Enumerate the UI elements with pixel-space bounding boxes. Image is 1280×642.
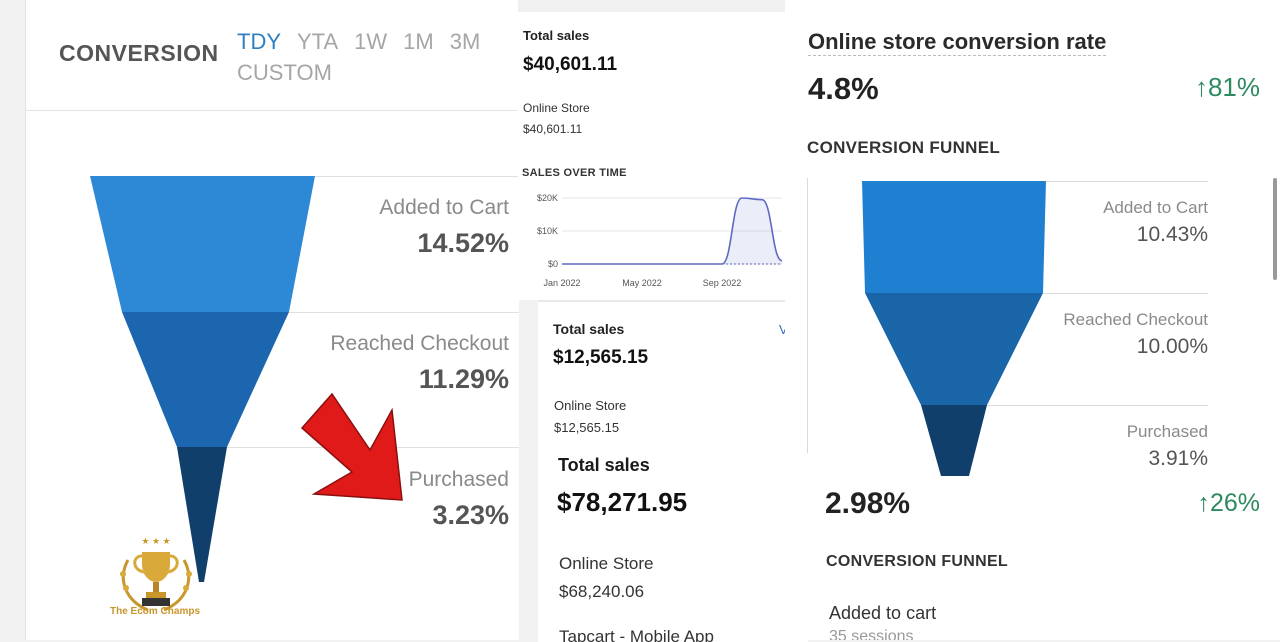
channel-label: Online Store bbox=[559, 554, 654, 573]
total-sales-value: $78,271.95 bbox=[557, 487, 688, 517]
x-tick-label: Jan 2022 bbox=[543, 278, 580, 288]
top-bar bbox=[518, 0, 785, 12]
added-to-cart-label: Added to cart bbox=[829, 603, 937, 623]
funnel-stage-purchased bbox=[921, 405, 987, 476]
conversion-rate-value: 2.98% bbox=[825, 487, 911, 520]
funnel-label-reached-checkout: Reached Checkout bbox=[1063, 310, 1208, 329]
funnel-row-divider bbox=[289, 312, 519, 313]
funnel-label-purchased: Purchased bbox=[1126, 422, 1208, 441]
channel-label: Online Store bbox=[554, 398, 627, 413]
channel-value: $12,565.15 bbox=[554, 420, 620, 435]
chart-title: SALES OVER TIME bbox=[522, 167, 627, 179]
conversion-rate-card: Online store conversion rate 4.8% ↑81% C… bbox=[785, 0, 1280, 640]
funnel-row-divider bbox=[987, 405, 1208, 406]
y-tick-label: $10K bbox=[537, 226, 558, 236]
funnel-value-purchased: 3.23% bbox=[432, 500, 509, 530]
funnel-row-divider bbox=[1043, 293, 1208, 294]
funnel-label-reached-checkout: Reached Checkout bbox=[330, 332, 509, 355]
red-arrow-icon bbox=[300, 392, 403, 501]
channel-label: Online Store bbox=[523, 101, 590, 115]
x-tick-label: May 2022 bbox=[622, 278, 662, 288]
added-to-cart-sessions: 35 sessions bbox=[829, 628, 914, 640]
svg-text:★ ★ ★: ★ ★ ★ bbox=[141, 536, 170, 546]
sales-over-time-chart: $20K $10K $0 Jan 2022 May 2022 Sep 2022 bbox=[537, 193, 783, 288]
total-sales-label: Total sales bbox=[558, 455, 650, 475]
funnel-stage-reached-checkout bbox=[865, 293, 1043, 405]
funnel-value-reached-checkout: 10.00% bbox=[1136, 335, 1208, 358]
total-sales-value: $40,601.11 bbox=[523, 54, 618, 75]
funnel-stage-added-to-cart bbox=[90, 176, 315, 312]
funnel-value-reached-checkout: 11.29% bbox=[418, 364, 509, 394]
funnel-row-divider bbox=[315, 176, 519, 177]
total-sales-value: $12,565.15 bbox=[553, 347, 649, 368]
conversion-rate-change: ↑26% bbox=[1197, 489, 1260, 517]
funnel-stage-added-to-cart bbox=[862, 181, 1046, 293]
conversion-funnel-chart bbox=[90, 176, 315, 582]
funnel-value-purchased: 3.91% bbox=[1148, 447, 1208, 470]
conversion-panel: CONVERSION TDY YTA 1W 1M 3MCUSTOM Added to C… bbox=[25, 0, 519, 640]
funnel-label-added-to-cart: Added to Cart bbox=[379, 196, 509, 219]
y-tick-label: $20K bbox=[537, 193, 558, 203]
scrollbar[interactable] bbox=[1273, 178, 1277, 280]
funnel-label-added-to-cart: Added to Cart bbox=[1103, 198, 1208, 217]
total-sales-label: Total sales bbox=[553, 321, 625, 337]
channel-value: $40,601.11 bbox=[523, 122, 583, 136]
funnel-value-added-to-cart: 14.52% bbox=[417, 228, 509, 258]
y-tick-label: $0 bbox=[548, 259, 558, 269]
total-sales-label: Total sales bbox=[523, 28, 590, 43]
sales-card-bottom: Total sales View $12,565.15 Online Store… bbox=[538, 300, 808, 642]
funnel-value-added-to-cart: 10.43% bbox=[1136, 223, 1208, 246]
x-tick-label: Sep 2022 bbox=[703, 278, 742, 288]
channel-value: $68,240.06 bbox=[559, 582, 645, 601]
conversion-funnel-title: CONVERSION FUNNEL bbox=[826, 553, 1008, 570]
brand-name: The Ecom Champs bbox=[109, 606, 201, 617]
sales-card-top: Total sales $40,601.11 Online Store $40,… bbox=[518, 0, 785, 300]
funnel-row-divider bbox=[1046, 181, 1208, 182]
funnel-stage-reached-checkout bbox=[122, 312, 289, 447]
funnel-label-purchased: Purchased bbox=[408, 468, 509, 491]
